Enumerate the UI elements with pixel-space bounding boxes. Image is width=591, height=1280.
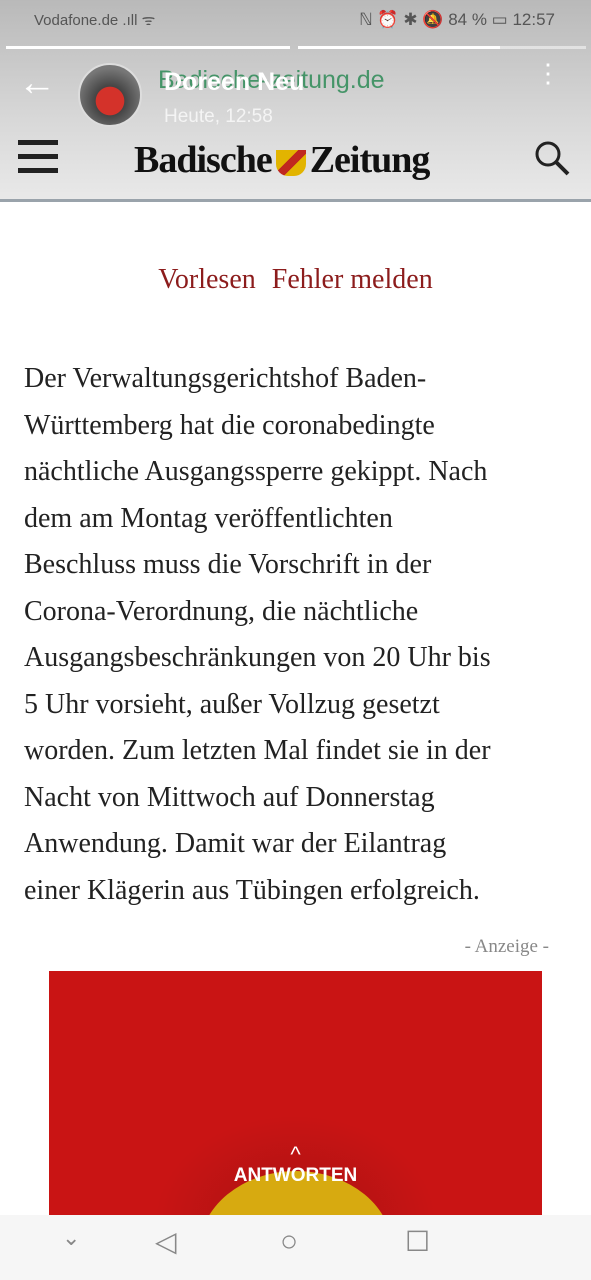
back-arrow-icon[interactable]: ← <box>18 64 56 102</box>
story-author[interactable]: Doreen Neu <box>164 68 304 97</box>
article-line: Corona-Verordnung, die nächtliche <box>24 595 419 627</box>
article-line: nächtliche Ausgangssperre gekippt. Nach <box>24 456 488 487</box>
article-line: Ausgangsbeschränkungen von 20 Uhr bis <box>24 642 491 673</box>
status-bar: Vodafone.de .ıll ᯤ ℕ ⏰ ✱ 🔕 84 % ▭ 12:57 <box>0 10 591 34</box>
article-line: Nacht von Mittwoch auf Donnerstag <box>24 781 435 813</box>
article-line: dem am Montag veröffentlichten <box>24 502 393 534</box>
article-line: Beschluss muss die Vorschrift in der <box>24 549 432 580</box>
report-error-link[interactable]: Fehler melden <box>272 264 433 295</box>
article-body: Der Verwaltungsgerichtshof Baden- Württem… <box>24 356 584 914</box>
reply-label: ANTWORTEN <box>233 1165 358 1186</box>
status-right: ℕ ⏰ ✱ 🔕 84 % ▭ 12:57 <box>359 10 555 29</box>
story-progress-segment <box>298 46 586 49</box>
article-line: Anwendung. Damit war der Eilantrag <box>24 828 447 859</box>
battery-level: 84 % <box>448 10 487 29</box>
article-line: worden. Zum letzten Mal findet sie in de… <box>24 735 491 766</box>
article-line: Württemberg hat die coronabedingte <box>24 409 435 441</box>
article-tools: Vorlesen Fehler melden <box>0 264 591 296</box>
article-line: Der Verwaltungsgerichtshof Baden- <box>24 363 427 394</box>
search-icon[interactable] <box>532 138 572 178</box>
read-aloud-link[interactable]: Vorlesen <box>158 264 255 295</box>
story-progress <box>6 46 586 49</box>
clock: 12:57 <box>512 10 555 29</box>
article-line: einer Klägerin aus Tübingen erfolgreich. <box>24 874 480 906</box>
recents-icon[interactable]: ☐ <box>405 1225 430 1258</box>
logo-right: Zeitung <box>309 139 431 181</box>
ad-label: - Anzeige - <box>464 936 549 957</box>
crest-icon <box>275 150 306 177</box>
header-divider <box>0 199 591 202</box>
chevron-up-icon: ^ <box>290 1142 301 1167</box>
menu-icon[interactable] <box>18 140 58 182</box>
logo-left: Badische <box>134 139 273 181</box>
story-progress-segment <box>6 46 290 49</box>
chevron-down-icon[interactable]: ⌄ <box>62 1225 80 1251</box>
home-icon[interactable]: ○ <box>280 1225 298 1259</box>
story-time: Heute, 12:58 <box>164 106 273 127</box>
avatar[interactable] <box>78 63 142 127</box>
article-line: 5 Uhr vorsieht, außer Vollzug gesetzt <box>24 688 440 720</box>
carrier: Vodafone.de .ıll ᯤ <box>34 12 156 29</box>
site-logo[interactable]: Badische Zeitung <box>134 138 431 182</box>
reply-button[interactable]: ^ ANTWORTEN <box>0 1142 591 1187</box>
back-nav-icon[interactable]: ◁ <box>155 1225 177 1258</box>
navigation-bar: ⌄ ◁ ○ ☐ <box>0 1215 591 1280</box>
more-options-icon[interactable]: ⋮ <box>528 60 568 86</box>
status-icons: ℕ ⏰ ✱ 🔕 <box>359 10 449 29</box>
